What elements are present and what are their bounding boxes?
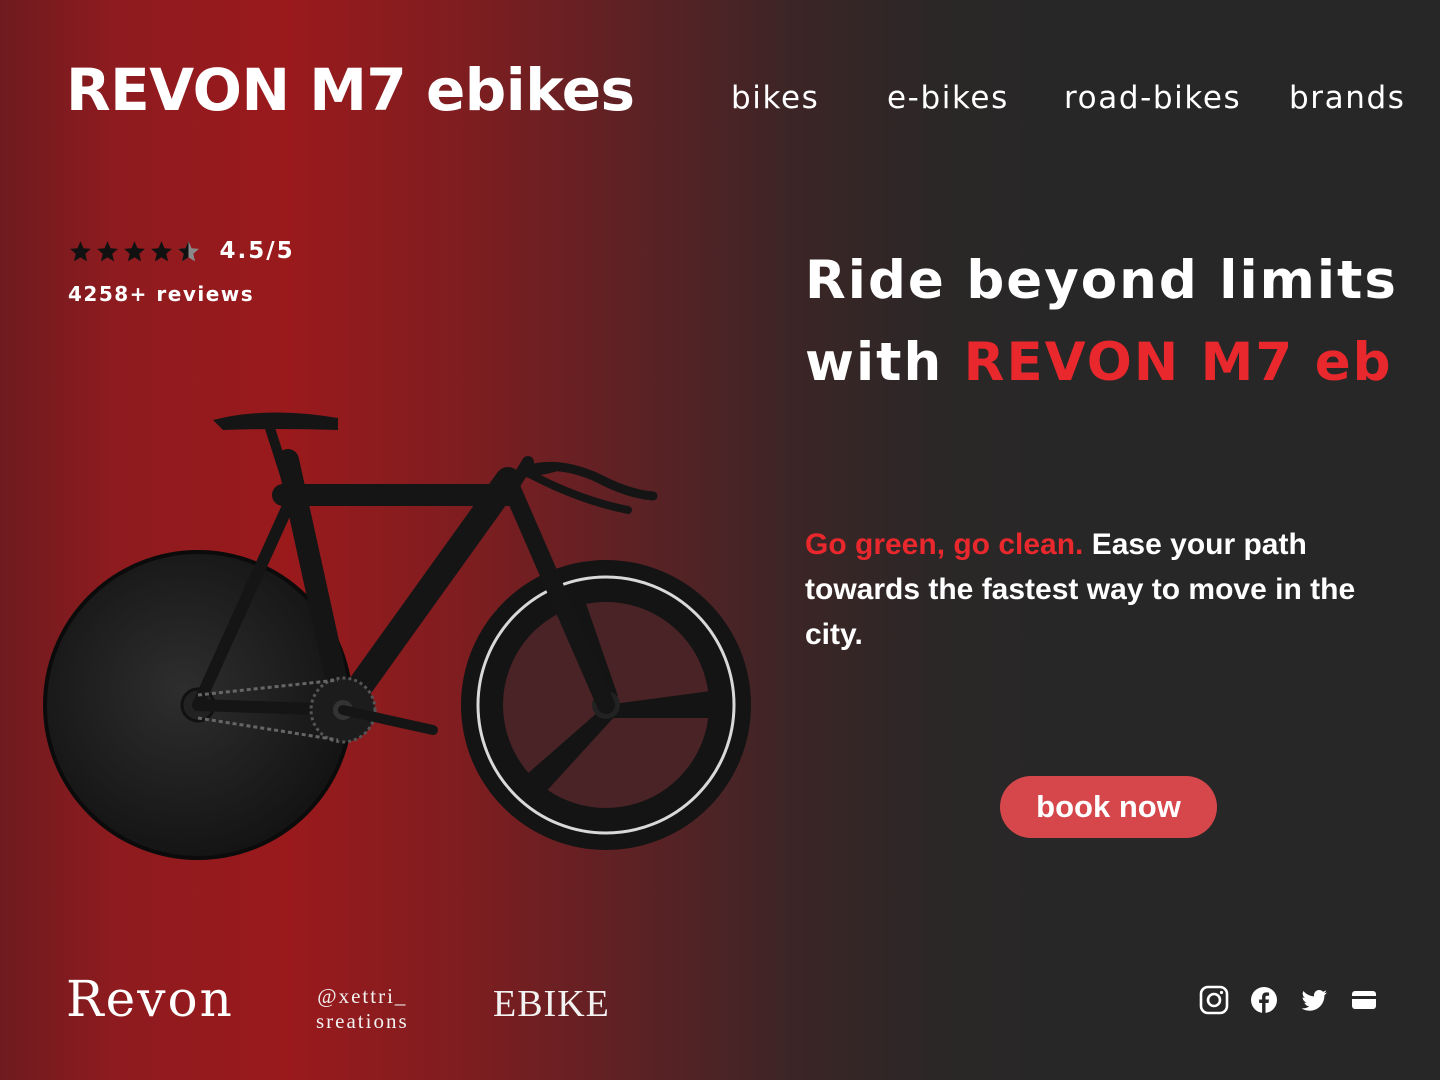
rating: 4.5/5 bbox=[68, 238, 295, 264]
creator-handle-line-1: @xettri_ bbox=[317, 984, 408, 1008]
hero-line-2-prefix: with bbox=[805, 332, 964, 393]
hero-headline: Ride beyond limits with REVON M7 eb bbox=[805, 240, 1425, 404]
hero-line-1: Ride beyond limits bbox=[805, 250, 1398, 311]
nav-e-bikes[interactable]: e-bikes bbox=[887, 80, 1009, 116]
star-icon bbox=[151, 240, 172, 261]
reviews-count: 4258+ reviews bbox=[68, 282, 255, 306]
twitter-icon[interactable] bbox=[1298, 984, 1330, 1016]
nav-road-bikes[interactable]: road-bikes bbox=[1064, 80, 1241, 116]
rating-value: 4.5/5 bbox=[219, 238, 295, 264]
instagram-icon[interactable] bbox=[1198, 984, 1230, 1016]
facebook-icon[interactable] bbox=[1248, 984, 1280, 1016]
star-rating bbox=[68, 239, 201, 264]
half-star-icon bbox=[178, 240, 199, 261]
revon-logo: Revon bbox=[66, 970, 234, 1028]
main-nav: bikes e-bikes road-bikes brands bbox=[0, 80, 1440, 120]
social-links bbox=[1198, 984, 1380, 1016]
tagline-accent: Go green, go clean. bbox=[805, 528, 1084, 561]
nav-bikes[interactable]: bikes bbox=[731, 80, 819, 116]
star-icon bbox=[97, 240, 118, 261]
star-icon bbox=[70, 240, 91, 261]
hero-accent: REVON M7 eb bbox=[963, 332, 1393, 393]
hero-line-2: with REVON M7 eb bbox=[805, 322, 1425, 404]
creator-handle-line-2: sreations bbox=[316, 1009, 409, 1033]
creator-handle: @xettri_ sreations bbox=[316, 984, 409, 1034]
ebike-logo: EBIKE bbox=[493, 983, 610, 1025]
card-icon[interactable] bbox=[1348, 984, 1380, 1016]
nav-brands[interactable]: brands bbox=[1289, 80, 1406, 116]
bike-image bbox=[43, 412, 751, 860]
book-now-button[interactable]: book now bbox=[1000, 776, 1217, 838]
star-icon bbox=[124, 240, 145, 261]
tagline: Go green, go clean. Ease your path towar… bbox=[805, 522, 1405, 657]
